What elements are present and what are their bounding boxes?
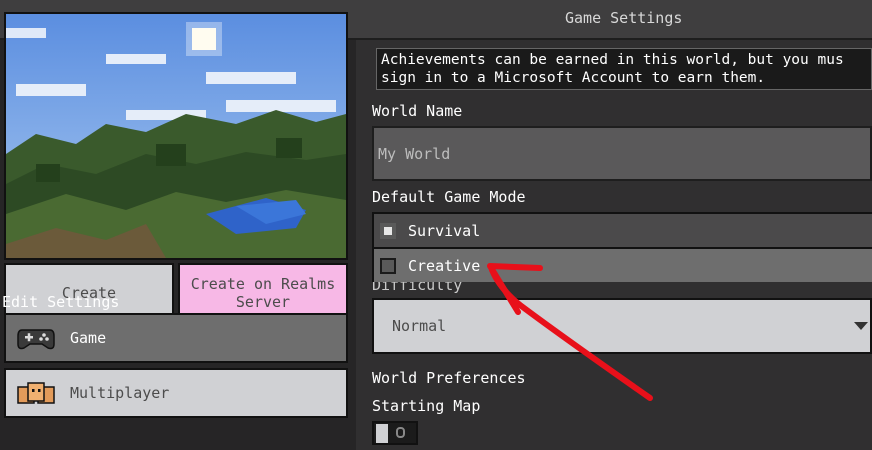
toggle-knob[interactable]: [376, 424, 388, 443]
nav-item-game[interactable]: Game: [4, 313, 348, 363]
notice-line-1: Achievements can be earned in this world…: [381, 52, 844, 68]
checkbox-empty-icon: [380, 257, 396, 274]
controller-icon: [17, 329, 55, 350]
notice-line-2: sign in to a Microsoft Account to earn t…: [381, 70, 766, 86]
starting-map-label: Starting Map: [372, 397, 481, 415]
page-title: Game Settings: [565, 9, 683, 27]
edit-settings-title: Edit Settings: [2, 293, 120, 311]
world-preview-image: [4, 12, 348, 260]
difficulty-value: Normal: [392, 317, 447, 335]
checkbox-checked-icon: [380, 222, 396, 239]
game-mode-list: Survival Creative: [372, 212, 872, 282]
nav-item-label: Multiplayer: [70, 384, 170, 402]
landscape-picture: [6, 14, 346, 258]
world-name-label: World Name: [372, 102, 463, 120]
world-name-field[interactable]: My World: [372, 126, 872, 181]
default-game-mode-label: Default Game Mode: [372, 188, 526, 206]
starting-map-toggle[interactable]: [372, 421, 418, 445]
world-preferences-title: World Preferences: [372, 369, 526, 387]
mode-option-label: Creative: [408, 256, 481, 275]
caret-down-icon: [854, 322, 868, 330]
difficulty-dropdown[interactable]: Normal: [372, 298, 872, 354]
toggle-off-icon: [396, 427, 405, 438]
nav-item-multiplayer[interactable]: Multiplayer: [4, 368, 348, 418]
mode-option-creative[interactable]: Creative: [374, 249, 872, 282]
mode-option-survival[interactable]: Survival: [374, 214, 872, 249]
mode-option-label: Survival: [408, 221, 481, 240]
achievements-notice: Achievements can be earned in this world…: [376, 48, 872, 90]
multiplayer-icon: [17, 382, 55, 404]
world-name-value: My World: [378, 144, 451, 163]
nav-item-label: Game: [70, 329, 107, 347]
